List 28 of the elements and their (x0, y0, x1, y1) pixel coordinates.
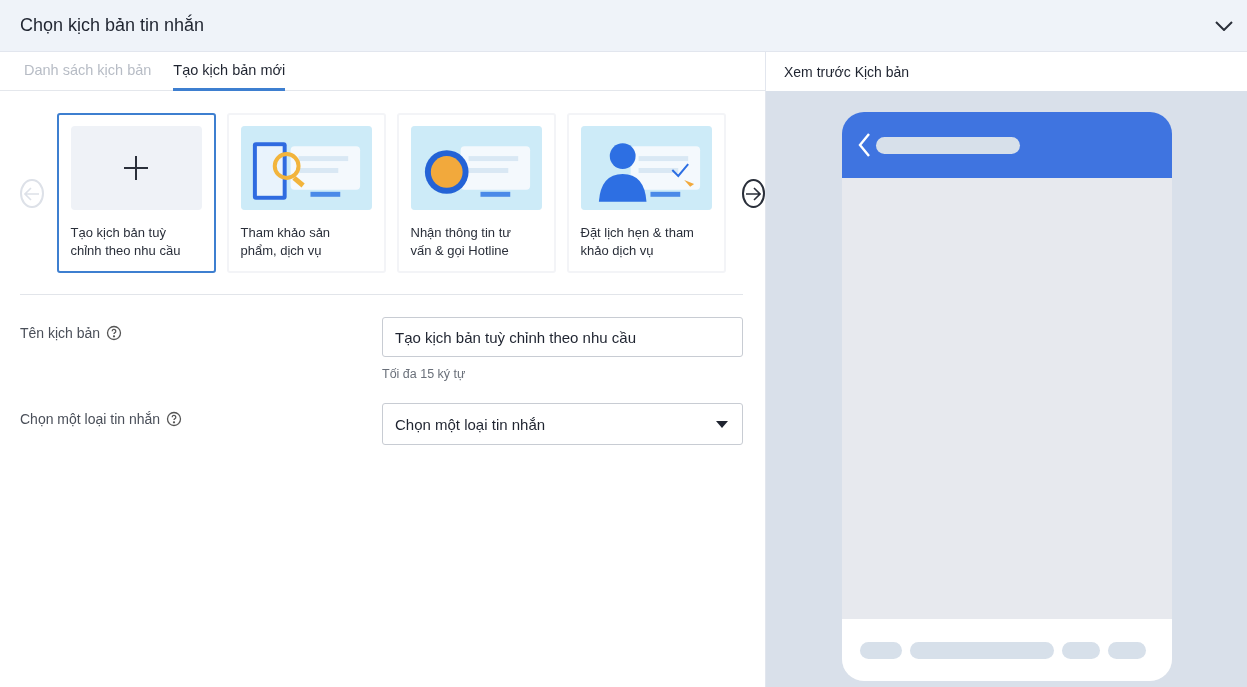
action-placeholder (859, 641, 902, 659)
message-type-select[interactable]: Chọn một loại tin nhắn (382, 403, 743, 445)
field-label: Tên kịch bản (20, 325, 101, 341)
template-card[interactable]: Nhận thông tin tư vấn & gọi Hotline (396, 113, 556, 273)
arrow-right-icon (745, 186, 762, 201)
caret-icon (716, 420, 728, 428)
template-card[interactable]: Tham khảo sản phẩm, dịch vụ (226, 113, 386, 273)
tab[interactable]: Tạo kịch bản mới (173, 52, 286, 91)
chevron-down-icon[interactable] (1215, 20, 1233, 31)
plus-icon (123, 155, 149, 181)
help-icon (106, 325, 123, 341)
card-title: Nhận thông tin tư vấn & gọi Hotline (410, 224, 512, 260)
field-hint: Tối đa 15 ký tự (382, 367, 467, 381)
card-title: Tạo kịch bản tuỳ chỉnh theo nhu cầu (70, 224, 182, 260)
template-card[interactable]: Đặt lịch hẹn & tham khảo dịch vụ (566, 113, 726, 273)
next-button[interactable] (741, 179, 765, 208)
template-card[interactable]: Tạo kịch bản tuỳ chỉnh theo nhu cầu (56, 113, 216, 273)
back-icon (857, 133, 870, 157)
action-placeholder (1061, 641, 1100, 659)
field-label: Chọn một loại tin nhắn (20, 411, 161, 427)
help-icon (166, 411, 183, 427)
preview-title: Xem trước Kịch bản (784, 63, 910, 80)
arrow-left-icon (23, 186, 40, 201)
card-title: Tham khảo sản phẩm, dịch vụ (240, 224, 332, 260)
card-title: Đặt lịch hẹn & tham khảo dịch vụ (580, 224, 695, 260)
action-placeholder (1107, 641, 1146, 659)
name-field[interactable]: Tạo kịch bản tuỳ chỉnh theo nhu cầu (382, 317, 743, 357)
window-title: Chọn kịch bản tin nhắn (20, 15, 205, 36)
